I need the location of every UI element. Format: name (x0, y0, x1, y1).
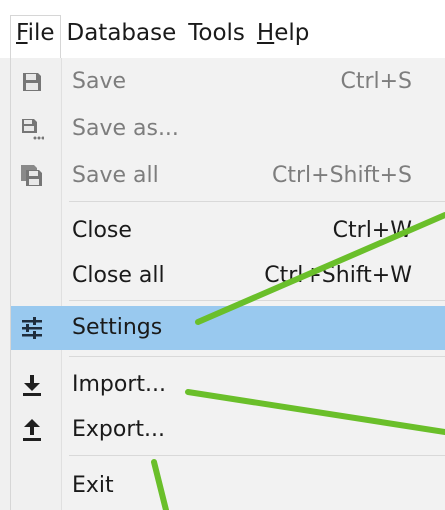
menu-item-exit[interactable]: Exit (11, 464, 445, 508)
menu-help-label: elp (274, 20, 310, 46)
download-arrow-icon (20, 373, 44, 397)
menu-item-import[interactable]: Import... (11, 363, 445, 407)
menu-item-exit-label: Exit (72, 473, 114, 498)
menu-bar: File Database Tools Help (0, 0, 445, 58)
menu-item-close-shortcut: Ctrl+W (332, 218, 412, 243)
file-menu-dropdown: Save Ctrl+S Save as... Save all Ctrl+Shi… (10, 58, 445, 510)
menu-file-mnemonic: F (16, 20, 28, 46)
menu-database-label: Database (66, 20, 177, 46)
menu-item-save-all-label: Save all (72, 163, 159, 188)
menu-item-close-all-shortcut: Ctrl+Shift+W (264, 263, 412, 288)
menu-item-export[interactable]: Export... (11, 408, 445, 452)
menu-separator (69, 300, 445, 301)
menu-file-label: ile (27, 20, 55, 46)
menu-item-save[interactable]: Save Ctrl+S (11, 60, 445, 104)
menu-help-mnemonic: H (256, 20, 275, 46)
menu-item-close-all[interactable]: Close all Ctrl+Shift+W (11, 254, 445, 298)
menu-help[interactable]: Help (251, 19, 315, 58)
menu-item-save-as-label: Save as... (72, 116, 179, 141)
menu-item-save-label: Save (72, 69, 127, 94)
upload-arrow-icon (20, 418, 44, 442)
menu-item-save-all-shortcut: Ctrl+Shift+S (272, 163, 412, 188)
menu-separator (69, 455, 445, 456)
menu-file[interactable]: File (10, 15, 61, 58)
menu-item-settings[interactable]: Settings (11, 306, 445, 350)
menu-item-settings-label: Settings (72, 315, 163, 340)
settings-sliders-icon (20, 316, 44, 340)
menu-tools[interactable]: Tools (182, 19, 251, 58)
menu-item-close-all-label: Close all (72, 263, 165, 288)
menu-item-close[interactable]: Close Ctrl+W (11, 209, 445, 253)
save-icon (20, 70, 44, 94)
menu-item-close-label: Close (72, 218, 132, 243)
menu-item-save-all[interactable]: Save all Ctrl+Shift+S (11, 154, 445, 198)
menu-database[interactable]: Database (61, 19, 183, 58)
menu-separator (69, 201, 445, 202)
save-as-icon (20, 117, 44, 141)
menu-tools-label: Tools (188, 20, 245, 46)
menu-item-save-as[interactable]: Save as... (11, 107, 445, 151)
save-all-icon (20, 164, 44, 188)
menu-item-export-label: Export... (72, 417, 165, 442)
menu-separator (69, 356, 445, 357)
menu-item-save-shortcut: Ctrl+S (340, 69, 412, 94)
menu-item-import-label: Import... (72, 372, 166, 397)
